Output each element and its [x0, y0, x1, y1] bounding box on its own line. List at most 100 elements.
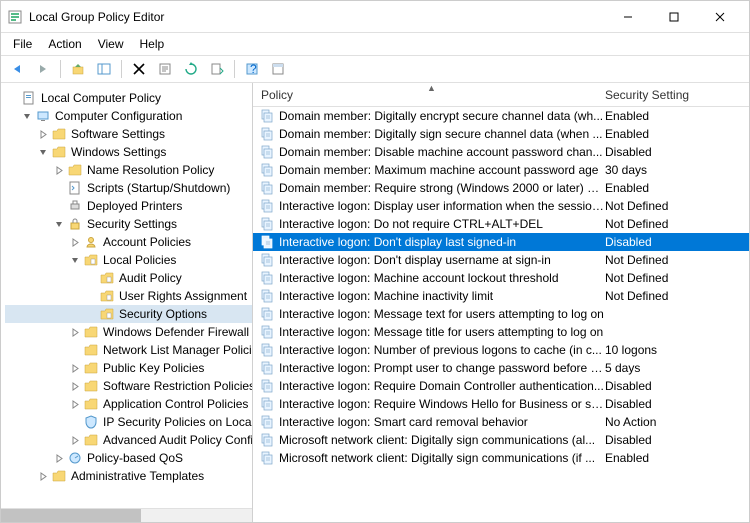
tree-software-settings[interactable]: Software Settings	[5, 125, 252, 143]
forward-button[interactable]	[31, 58, 55, 80]
policy-row[interactable]: Interactive logon: Machine account locko…	[253, 269, 749, 287]
tree-account-policies[interactable]: Account Policies	[5, 233, 252, 251]
tree-deployed-printers[interactable]: Deployed Printers	[5, 197, 252, 215]
chevron-right-icon[interactable]	[69, 326, 81, 338]
policy-row[interactable]: Microsoft network client: Digitally sign…	[253, 449, 749, 467]
column-header-security-setting[interactable]: Security Setting	[605, 88, 749, 102]
menu-action[interactable]: Action	[40, 35, 89, 53]
policy-name: Interactive logon: Don't display usernam…	[279, 253, 605, 267]
folder-icon	[51, 126, 67, 142]
policy-row[interactable]: Domain member: Maximum machine account p…	[253, 161, 749, 179]
tree-software-restriction-policies[interactable]: Software Restriction Policies	[5, 377, 252, 395]
tree-computer-configuration[interactable]: Computer Configuration	[5, 107, 252, 125]
help-button[interactable]: ?	[240, 58, 264, 80]
menu-help[interactable]: Help	[132, 35, 173, 53]
tree-policy-based-qos[interactable]: Policy-based QoS	[5, 449, 252, 467]
tree-windows-defender-firewall[interactable]: Windows Defender Firewall with Advanced …	[5, 323, 252, 341]
chevron-right-icon[interactable]	[69, 236, 81, 248]
chevron-right-icon[interactable]	[53, 452, 65, 464]
chevron-right-icon[interactable]	[37, 470, 49, 482]
policy-setting: Disabled	[605, 145, 749, 159]
policy-row[interactable]: Interactive logon: Machine inactivity li…	[253, 287, 749, 305]
policy-row[interactable]: Interactive logon: Don't display usernam…	[253, 251, 749, 269]
show-hide-tree-button[interactable]	[92, 58, 116, 80]
policy-row[interactable]: Microsoft network client: Digitally sign…	[253, 431, 749, 449]
policy-name: Domain member: Require strong (Windows 2…	[279, 181, 605, 195]
filter-button[interactable]	[266, 58, 290, 80]
chevron-down-icon[interactable]	[53, 218, 65, 230]
policy-row[interactable]: Interactive logon: Require Windows Hello…	[253, 395, 749, 413]
policy-row[interactable]: Domain member: Digitally encrypt secure …	[253, 107, 749, 125]
policy-row[interactable]: Interactive logon: Message title for use…	[253, 323, 749, 341]
delete-button[interactable]	[127, 58, 151, 80]
tree-administrative-templates[interactable]: Administrative Templates	[5, 467, 252, 485]
tree-label: User Rights Assignment	[119, 289, 247, 303]
up-button[interactable]	[66, 58, 90, 80]
lock-icon	[67, 216, 83, 232]
policy-row[interactable]: Domain member: Digitally sign secure cha…	[253, 125, 749, 143]
scrollbar-thumb[interactable]	[1, 509, 141, 522]
refresh-button[interactable]	[179, 58, 203, 80]
policy-row[interactable]: Interactive logon: Message text for user…	[253, 305, 749, 323]
tree-label: Local Policies	[103, 253, 176, 267]
policy-row[interactable]: Interactive logon: Do not require CTRL+A…	[253, 215, 749, 233]
chevron-right-icon[interactable]	[69, 362, 81, 374]
policy-row[interactable]: Interactive logon: Don't display last si…	[253, 233, 749, 251]
chevron-right-icon[interactable]	[37, 128, 49, 140]
tree-network-list-manager-policies[interactable]: Network List Manager Policies	[5, 341, 252, 359]
tree-windows-settings[interactable]: Windows Settings	[5, 143, 252, 161]
chevron-right-icon[interactable]	[69, 380, 81, 392]
policy-row[interactable]: Interactive logon: Smart card removal be…	[253, 413, 749, 431]
chevron-right-icon[interactable]	[69, 398, 81, 410]
chevron-right-icon[interactable]	[69, 434, 81, 446]
tree-user-rights-assignment[interactable]: User Rights Assignment	[5, 287, 252, 305]
properties-button[interactable]	[153, 58, 177, 80]
policy-name: Interactive logon: Do not require CTRL+A…	[279, 217, 605, 231]
tree-security-options[interactable]: Security Options	[5, 305, 252, 323]
policy-row[interactable]: Domain member: Require strong (Windows 2…	[253, 179, 749, 197]
tree-advanced-audit-policy-configuration[interactable]: Advanced Audit Policy Configuration	[5, 431, 252, 449]
tree-root[interactable]: Local Computer Policy	[5, 89, 252, 107]
policy-row[interactable]: Interactive logon: Number of previous lo…	[253, 341, 749, 359]
policy-folder-icon	[99, 288, 115, 304]
policy-name: Interactive logon: Require Domain Contro…	[279, 379, 605, 393]
minimize-button[interactable]	[605, 1, 651, 33]
export-list-button[interactable]	[205, 58, 229, 80]
tree-pane: Local Computer Policy Computer Configura…	[1, 83, 253, 522]
tree-scripts[interactable]: Scripts (Startup/Shutdown)	[5, 179, 252, 197]
policy-list[interactable]: Domain member: Digitally encrypt secure …	[253, 107, 749, 522]
menu-view[interactable]: View	[90, 35, 132, 53]
toolbar: ?	[1, 55, 749, 83]
chevron-down-icon[interactable]	[21, 110, 33, 122]
policy-row[interactable]: Interactive logon: Prompt user to change…	[253, 359, 749, 377]
list-header[interactable]: ▲ Policy Security Setting	[253, 83, 749, 107]
policy-row[interactable]: Interactive logon: Display user informat…	[253, 197, 749, 215]
chevron-right-icon[interactable]	[53, 164, 65, 176]
main-panes: Local Computer Policy Computer Configura…	[1, 83, 749, 522]
tree-application-control-policies[interactable]: Application Control Policies	[5, 395, 252, 413]
close-button[interactable]	[697, 1, 743, 33]
tree-public-key-policies[interactable]: Public Key Policies	[5, 359, 252, 377]
policy-setting: Disabled	[605, 379, 749, 393]
policy-row[interactable]: Interactive logon: Require Domain Contro…	[253, 377, 749, 395]
tree-label: Software Settings	[71, 127, 165, 141]
menu-file[interactable]: File	[5, 35, 40, 53]
chevron-down-icon[interactable]	[69, 254, 81, 266]
policy-item-icon	[259, 306, 275, 322]
tree-audit-policy[interactable]: Audit Policy	[5, 269, 252, 287]
chevron-down-icon[interactable]	[37, 146, 49, 158]
policy-setting: Enabled	[605, 127, 749, 141]
back-button[interactable]	[5, 58, 29, 80]
maximize-button[interactable]	[651, 1, 697, 33]
policy-setting: Enabled	[605, 109, 749, 123]
policy-item-icon	[259, 288, 275, 304]
tree-ip-security-policies[interactable]: IP Security Policies on Local Computer	[5, 413, 252, 431]
tree-name-resolution-policy[interactable]: Name Resolution Policy	[5, 161, 252, 179]
folder-icon	[51, 468, 67, 484]
tree-horizontal-scrollbar[interactable]	[1, 508, 252, 522]
policy-setting: Not Defined	[605, 199, 749, 213]
policy-row[interactable]: Domain member: Disable machine account p…	[253, 143, 749, 161]
tree-security-settings[interactable]: Security Settings	[5, 215, 252, 233]
tree-local-policies[interactable]: Local Policies	[5, 251, 252, 269]
policy-tree[interactable]: Local Computer Policy Computer Configura…	[1, 87, 252, 487]
